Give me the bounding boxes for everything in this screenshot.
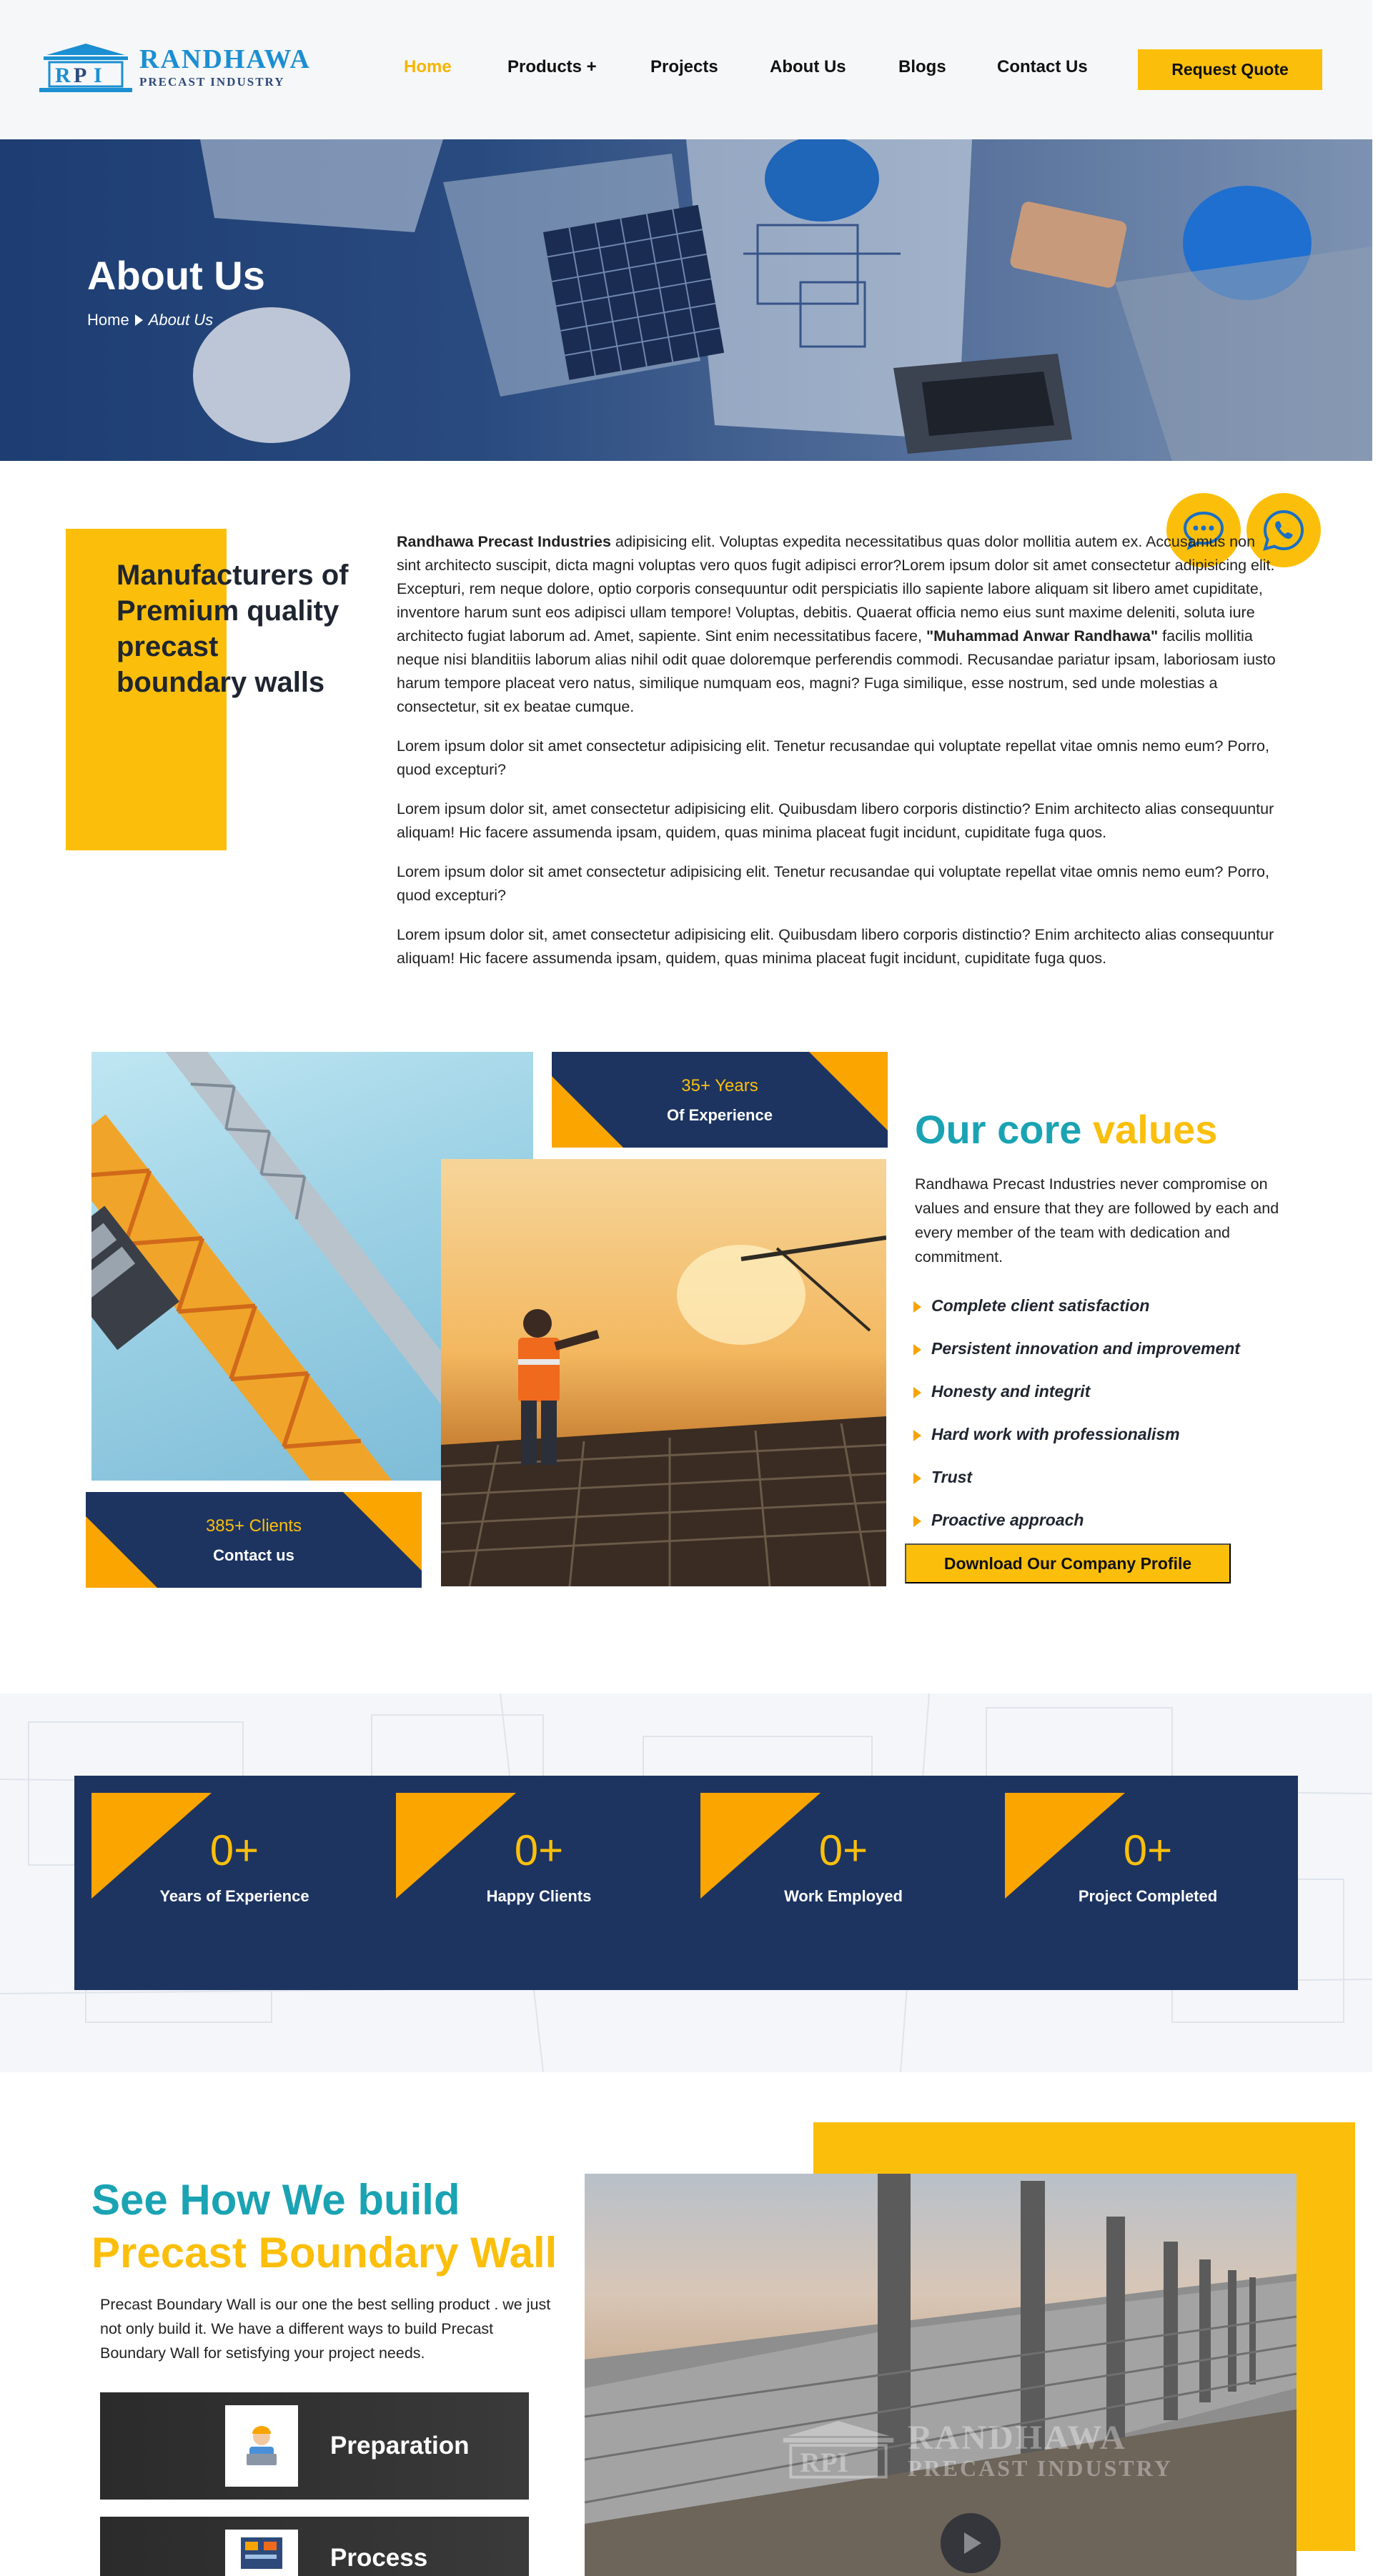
stat-value: 0+: [818, 1826, 868, 1874]
page-title: About Us: [87, 253, 265, 298]
nav-projects[interactable]: Projects: [650, 57, 718, 77]
about-paragraph-4: Lorem ipsum dolor sit amet consectetur a…: [397, 863, 1269, 904]
about-paragraph-5: Lorem ipsum dolor sit, amet consectetur …: [397, 926, 1274, 967]
step-process[interactable]: Process: [100, 2517, 529, 2576]
stat-label: Work Employed: [784, 1887, 903, 1905]
list-item: Trust: [913, 1468, 1240, 1511]
step-preparation[interactable]: Preparation: [100, 2392, 529, 2500]
about-paragraph-2: Lorem ipsum dolor sit amet consectetur a…: [397, 737, 1269, 778]
build-title-line-1: See How We build: [91, 2176, 460, 2224]
clients-badge[interactable]: 385+ Clients Contact us: [81, 1488, 426, 1592]
step-label: Preparation: [330, 2432, 470, 2460]
value-label: Proactive approach: [931, 1511, 1084, 1529]
brand-logo[interactable]: R P I RANDHAWA PRECAST INDUSTRY: [39, 39, 311, 94]
brand-name: RANDHAWA: [139, 44, 311, 74]
caret-right-icon: [913, 1344, 921, 1356]
logo-watermark-icon: RPI: [783, 2421, 894, 2479]
request-quote-button[interactable]: Request Quote: [1138, 49, 1322, 90]
worker-laptop-icon: [225, 2405, 298, 2487]
svg-text:P: P: [74, 64, 86, 87]
value-label: Honesty and integrit: [931, 1382, 1091, 1401]
nav-about-us[interactable]: About Us: [770, 57, 846, 77]
caret-right-icon: [913, 1387, 921, 1398]
play-button-icon[interactable]: [941, 2513, 1001, 2573]
about-heading: Manufacturers of Premium quality precast…: [117, 560, 349, 698]
years-value: 35+ Years: [681, 1076, 758, 1095]
clients-value: 385+ Clients: [205, 1516, 302, 1536]
stat-value: 0+: [209, 1826, 259, 1874]
page: R P I RANDHAWA PRECAST INDUSTRY Home Pro…: [0, 0, 1388, 2576]
build-description: Precast Boundary Wall is our one the bes…: [100, 2296, 551, 2362]
hero-banner: About Us Home About Us: [0, 139, 1372, 461]
boundary-wall-video[interactable]: RPI RANDHAWA PRECAST INDUSTRY: [585, 2174, 1297, 2576]
svg-text:RPI: RPI: [800, 2447, 848, 2478]
list-item: Complete client satisfaction: [913, 1296, 1240, 1339]
stat-label: Project Completed: [1078, 1887, 1218, 1905]
core-title-part-1: Our core: [915, 1107, 1093, 1152]
process-board-icon: [225, 2530, 298, 2576]
watermark-name: RANDHAWA: [908, 2418, 1127, 2457]
breadcrumb-current: About Us: [148, 311, 214, 329]
breadcrumb-separator-icon: [134, 314, 143, 326]
list-item: Hard work with professionalism: [913, 1425, 1240, 1468]
stat-label: Happy Clients: [486, 1887, 592, 1905]
value-label: Complete client satisfaction: [931, 1296, 1150, 1315]
stat-value: 0+: [514, 1826, 564, 1874]
core-values-list: Complete client satisfaction Persistent …: [913, 1296, 1240, 1553]
years-label: Of Experience: [667, 1106, 773, 1124]
worker-site-image: [441, 1159, 886, 1586]
years-experience-badge: 35+ Years Of Experience: [547, 1048, 892, 1152]
watermark-subtitle: PRECAST INDUSTRY: [908, 2455, 1173, 2481]
stat-work-employed: 0+ Work Employed: [700, 1793, 986, 1921]
caret-right-icon: [913, 1473, 921, 1484]
stat-projects-completed: 0+ Project Completed: [1005, 1793, 1291, 1921]
step-label: Process: [330, 2544, 428, 2572]
build-section-title: See How We build Precast Boundary Wall: [91, 2174, 557, 2279]
site-header: R P I RANDHAWA PRECAST INDUSTRY Home Pro…: [0, 0, 1372, 139]
about-company-name: Randhawa Precast Industries: [397, 533, 611, 550]
founder-name: "Muhammad Anwar Randhawa": [926, 627, 1159, 645]
build-title-line-2: Precast Boundary Wall: [91, 2229, 557, 2277]
core-title-part-2: values: [1092, 1107, 1218, 1152]
caret-right-icon: [913, 1301, 921, 1313]
stat-happy-clients: 0+ Happy Clients: [396, 1793, 682, 1921]
core-values-description: Randhawa Precast Industries never compro…: [915, 1175, 1279, 1265]
value-label: Persistent innovation and improvement: [931, 1339, 1240, 1358]
stat-years-experience: 0+ Years of Experience: [91, 1793, 377, 1921]
value-label: Trust: [931, 1468, 973, 1486]
brand-subtitle: PRECAST INDUSTRY: [139, 74, 285, 89]
about-paragraph-1: Randhawa Precast Industries adipisicing …: [397, 530, 1276, 719]
svg-text:I: I: [94, 64, 102, 87]
hero-background-image: [0, 139, 1372, 461]
contact-us-link[interactable]: Contact us: [86, 1546, 422, 1565]
nav-contact-us[interactable]: Contact Us: [997, 57, 1088, 77]
logo-icon: R P I: [39, 44, 132, 92]
list-item: Honesty and integrit: [913, 1382, 1240, 1425]
breadcrumb-home[interactable]: Home: [87, 311, 129, 329]
core-values-title: Our core values: [915, 1106, 1217, 1153]
stats-panel: 0+ Years of Experience 0+ Happy Clients …: [74, 1776, 1298, 1990]
caret-right-icon: [913, 1516, 921, 1527]
nav-products[interactable]: Products +: [507, 57, 597, 77]
stat-label: Years of Experience: [159, 1887, 309, 1905]
about-paragraph-3: Lorem ipsum dolor sit, amet consectetur …: [397, 800, 1274, 841]
svg-text:R: R: [55, 64, 71, 87]
about-text: Randhawa Precast Industries adipisicing …: [397, 530, 1276, 986]
nav-home[interactable]: Home: [404, 57, 452, 77]
video-watermark: RPI RANDHAWA PRECAST INDUSTRY: [778, 2415, 1173, 2487]
list-item: Persistent innovation and improvement: [913, 1339, 1240, 1382]
nav-blogs[interactable]: Blogs: [898, 57, 946, 77]
breadcrumb: Home About Us: [87, 311, 213, 329]
download-profile-button[interactable]: Download Our Company Profile: [905, 1543, 1231, 1583]
caret-right-icon: [913, 1430, 921, 1441]
stat-value: 0+: [1123, 1826, 1173, 1874]
value-label: Hard work with professionalism: [931, 1425, 1180, 1443]
